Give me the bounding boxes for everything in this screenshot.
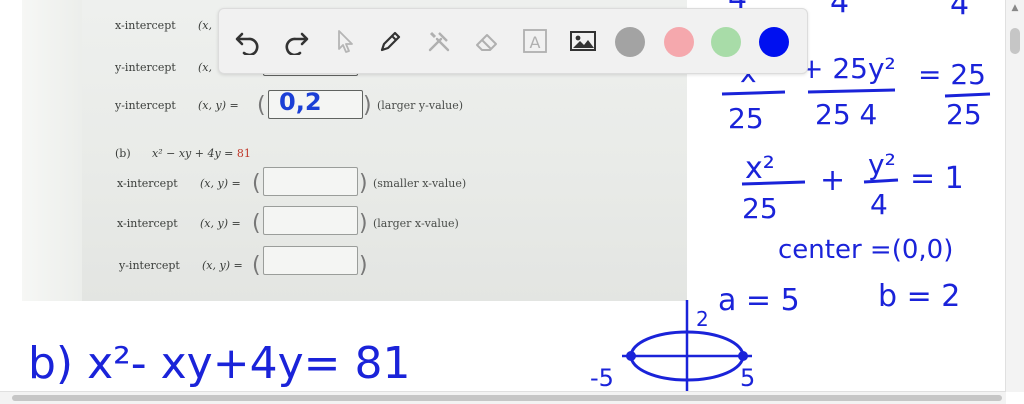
hw-top-number: 4 <box>950 0 969 22</box>
color-swatch-green[interactable] <box>711 27 741 57</box>
scrollbar-thumb[interactable] <box>1010 28 1020 54</box>
image-tool-button[interactable] <box>567 25 599 57</box>
color-swatch-blue[interactable] <box>759 27 789 57</box>
hw-part-b: b) x²- xy+4y= 81 <box>28 338 410 389</box>
hw-center: center =(0,0) <box>778 235 953 265</box>
select-tool-button[interactable] <box>329 25 361 57</box>
hw-top-number: 4 <box>830 0 849 20</box>
hw-eq2-plus: + <box>820 163 845 198</box>
text-icon: A <box>523 29 547 53</box>
hw-ellipse-left: -5 <box>590 364 614 392</box>
svg-text:A: A <box>530 33 541 52</box>
scroll-up-icon[interactable]: ▲ <box>1010 3 1020 13</box>
hw-eq2-den-left: 25 <box>742 192 778 225</box>
hw-a-value: a = 5 <box>718 283 800 318</box>
hw-eq2-den-mid: 4 <box>870 188 888 221</box>
hw-eq1-eq: = 25 <box>918 58 986 91</box>
redo-icon <box>285 32 309 55</box>
tools-icon <box>428 31 450 52</box>
hw-eq1-den-right: 25 <box>946 98 982 131</box>
hw-eq2-eq: = 1 <box>910 161 964 196</box>
pen-tool-button[interactable] <box>375 25 407 57</box>
horizontal-scrollbar[interactable] <box>0 391 1006 404</box>
scrollbar-thumb[interactable] <box>12 395 1002 401</box>
redo-button[interactable] <box>281 25 313 57</box>
text-tool-button[interactable]: A <box>519 25 551 57</box>
image-icon <box>570 31 596 51</box>
pen-icon <box>380 31 401 52</box>
hw-eq1-mid: + 25y² <box>800 52 896 85</box>
eraser-tool-button[interactable] <box>471 25 503 57</box>
pointer-icon <box>338 30 353 53</box>
eraser-icon <box>476 34 497 51</box>
color-swatch-pink[interactable] <box>664 27 694 57</box>
hw-ellipse-right: 5 <box>740 364 755 392</box>
hw-eq2-num-mid: y² <box>868 148 896 181</box>
hw-eq1-den-mid: 25 4 <box>815 98 877 131</box>
undo-button[interactable] <box>231 25 263 57</box>
drawing-toolbar: A <box>218 8 808 74</box>
hw-eq2-num-left: x² <box>745 151 775 186</box>
hw-ellipse-top: 2 <box>696 307 709 331</box>
hw-eq1-den-left: 25 <box>728 102 764 135</box>
undo-icon <box>235 32 259 55</box>
tools-button[interactable] <box>423 25 455 57</box>
vertical-scrollbar[interactable]: ▲ <box>1005 0 1024 392</box>
color-swatch-gray[interactable] <box>615 27 645 57</box>
hw-b-value: b = 2 <box>878 279 960 314</box>
